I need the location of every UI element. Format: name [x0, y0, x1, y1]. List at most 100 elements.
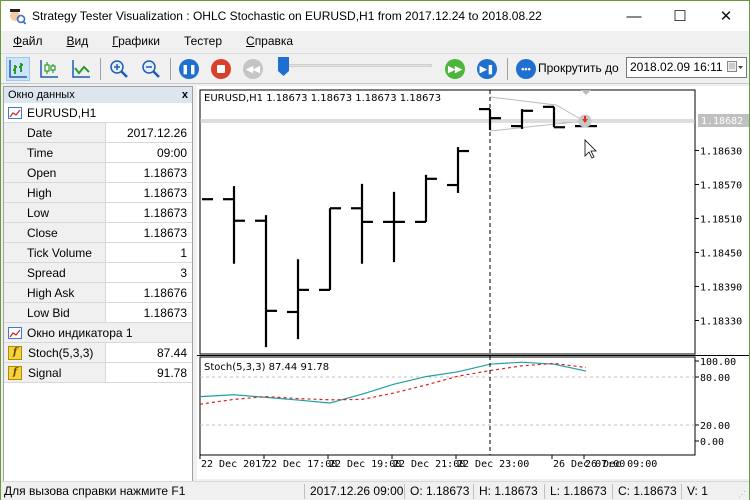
candlestick-chart-icon [40, 60, 58, 78]
minimize-icon: — [626, 7, 642, 25]
data-row: High 1.18673 [4, 183, 192, 203]
data-row-value: 1.18673 [143, 305, 187, 320]
menu-charts[interactable]: Графики [100, 34, 172, 48]
data-row-key: High Ask [4, 283, 106, 302]
indicator-row: f Stoch(5,3,3) 87.44 [4, 343, 192, 363]
data-row-value: 3 [180, 265, 187, 280]
price-tick-label: 1.18330 [700, 316, 742, 327]
data-row-key: Low Bid [4, 303, 106, 322]
time-tick-label: 22 Dec 23:00 [457, 459, 529, 470]
menu-help[interactable]: Справка [234, 34, 305, 48]
close-button[interactable]: ✕ [703, 1, 749, 31]
zoom-out-button[interactable] [139, 57, 163, 81]
stop-button[interactable] [209, 57, 233, 81]
data-row-key: Time [4, 143, 106, 162]
stoch-tick-label: 0.00 [700, 437, 724, 448]
scroll-date-value: 2018.02.09 16:11 [630, 60, 723, 74]
maximize-icon: ☐ [673, 8, 687, 25]
data-row-value: 1.18673 [143, 225, 187, 240]
indicator-name: Signal [28, 365, 62, 380]
data-row-key: Tick Volume [4, 243, 106, 262]
price-tick-label: 1.18450 [700, 248, 742, 259]
zoom-in-button[interactable] [107, 57, 131, 81]
candlestick-chart-button[interactable] [37, 57, 61, 81]
scroll-to-button[interactable]: ••• [514, 57, 538, 81]
data-row-value: 1.18673 [143, 185, 187, 200]
menu-label: правка [254, 34, 294, 48]
app-window: Strategy Tester Visualization : OHLC Sto… [0, 0, 750, 500]
scroll-to-icon: ••• [516, 59, 536, 79]
line-chart-icon [72, 60, 90, 78]
menu-tester[interactable]: Тестер [172, 34, 234, 48]
bar-chart-icon [9, 60, 27, 78]
status-bar: Для вызова справки нажмите F1 2017.12.26… [1, 481, 749, 500]
rewind-icon: ◀◀ [243, 59, 263, 79]
time-tick-label: 26 Dec 09:00 [585, 459, 657, 470]
stoch-title: Stoch(5,3,3) 87.44 91.78 [204, 362, 329, 373]
calendar-dropdown-icon[interactable] [727, 61, 743, 74]
data-row: Date 2017.12.26 [4, 123, 192, 143]
indicator-row: f Signal 91.78 [4, 363, 192, 383]
step-forward-icon: ▶❚ [477, 59, 497, 79]
data-window-title: Окно данных [8, 89, 75, 101]
main-chart-title: EURUSD,H1 1.18673 1.18673 1.18673 1.1867… [204, 93, 441, 104]
function-icon: f [8, 365, 22, 380]
speed-slider-thumb[interactable] [278, 57, 289, 76]
price-tick-label: 1.18570 [700, 180, 742, 191]
menu-view[interactable]: Вид [55, 34, 101, 48]
title-bar: Strategy Tester Visualization : OHLC Sto… [1, 1, 749, 31]
menu-bar: Файл Вид Графики Тестер Справка [1, 31, 749, 51]
data-row-key: Spread [4, 263, 106, 282]
zoom-in-icon [110, 60, 128, 78]
indicator-row-key: f Stoch(5,3,3) [4, 343, 106, 362]
time-tick-label: 22 Dec 21:00 [393, 459, 465, 470]
rewind-button[interactable]: ◀◀ [241, 57, 265, 81]
price-tick-label: 1.18390 [700, 282, 742, 293]
data-row: Spread 3 [4, 263, 192, 283]
strategy-tester-icon [8, 7, 27, 25]
menu-accel: Ф [13, 34, 23, 48]
status-datetime: 2017.12.26 09:00 [304, 484, 403, 499]
data-window: Окно данных x EURUSD,H1 Date 2017.12.26 Ti… [3, 86, 193, 482]
indicator-window-group: Окно индикатора 1 [4, 323, 192, 343]
resize-grip-icon[interactable]: ⋰ [738, 490, 746, 499]
pause-button[interactable]: ❚❚ [177, 57, 201, 81]
status-low: L: 1.18673 [544, 484, 607, 499]
bar-chart-button[interactable] [6, 57, 30, 81]
zoom-out-icon [142, 60, 160, 78]
chart-area[interactable]: 1.18682 1.18630 1.18570 1.18510 1.18450 1.183… [197, 86, 749, 479]
data-row: Close 1.18673 [4, 223, 192, 243]
minimize-button[interactable]: — [611, 1, 657, 31]
menu-label: ид [74, 34, 89, 48]
data-row: Low 1.18673 [4, 203, 192, 223]
data-row-key: Close [4, 223, 106, 242]
fast-forward-icon: ▶▶ [445, 59, 465, 79]
scroll-to-label[interactable]: Прокрутить до [538, 61, 619, 75]
time-tick-label: 22 Dec 2017 [201, 459, 267, 470]
menu-file[interactable]: Файл [1, 34, 55, 48]
step-forward-button[interactable]: ▶❚ [475, 57, 499, 81]
fast-forward-button[interactable]: ▶▶ [443, 57, 467, 81]
data-window-header: Окно данных x [4, 87, 192, 103]
maximize-button[interactable]: ☐ [657, 1, 703, 31]
toolbar-separator [170, 58, 171, 80]
status-close: C: 1.18673 [612, 484, 677, 499]
menu-label: Тестер [183, 34, 223, 48]
menu-label: айл [22, 34, 43, 48]
indicator-window-icon [8, 326, 22, 339]
line-chart-button[interactable] [69, 57, 93, 81]
window-title: Strategy Tester Visualization : OHLC Sto… [32, 9, 542, 23]
data-window-close-icon[interactable]: x [182, 89, 188, 101]
data-row-key: Date [4, 123, 106, 142]
chart-canvas[interactable]: 1.18682 1.18630 1.18570 1.18510 1.18450 1.183… [197, 86, 749, 479]
indicator-window-label: Окно индикатора 1 [27, 325, 133, 340]
speed-slider-track[interactable] [286, 64, 432, 67]
scroll-date-input[interactable]: 2018.02.09 16:11 [626, 57, 747, 78]
indicator-row-value: 87.44 [156, 345, 187, 360]
data-row-value: 1.18673 [143, 205, 187, 220]
menu-label: рафики [118, 34, 160, 48]
stoch-tick-label: 20.00 [700, 421, 730, 432]
indicator-row-value: 91.78 [156, 365, 187, 380]
price-tick-label: 1.18630 [700, 146, 742, 157]
status-volume: V: 1 [681, 484, 708, 499]
